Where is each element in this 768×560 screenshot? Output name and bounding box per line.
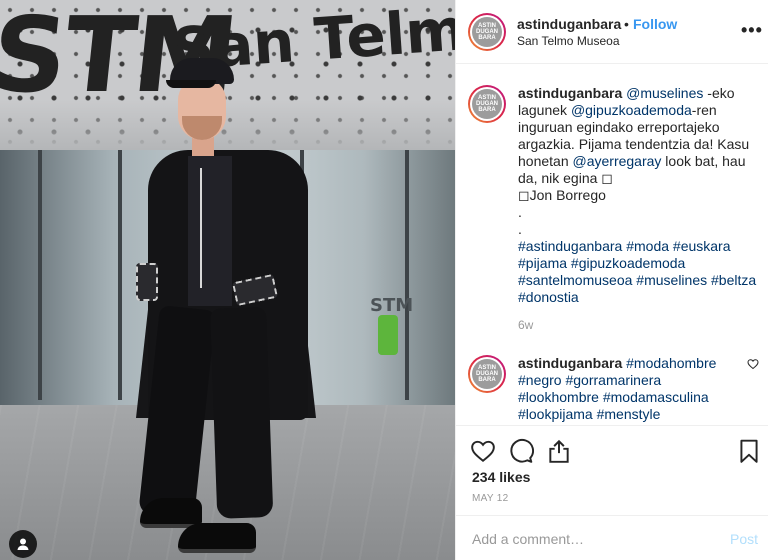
hashtag-link[interactable]: #muselines bbox=[636, 272, 707, 288]
post-actions: 234 likes MAY 12 Post bbox=[456, 425, 768, 560]
comment-item: ASTIN DUGAN BARA astinduganbara #modahom… bbox=[468, 355, 759, 423]
follow-button[interactable]: Follow bbox=[633, 16, 677, 32]
heart-icon[interactable] bbox=[470, 438, 496, 464]
mention-link[interactable]: @gipuzkoademoda bbox=[571, 102, 692, 118]
hashtag-link[interactable]: #menstyle bbox=[597, 406, 661, 422]
avatar[interactable]: ASTIN DUGAN BARA bbox=[468, 13, 506, 51]
avatar-label: ASTIN DUGAN BARA bbox=[476, 23, 498, 41]
hashtag-link[interactable]: #pijama bbox=[518, 255, 567, 271]
photo-credit: ◻Jon Borrego bbox=[518, 187, 606, 203]
caption-comment: ASTIN DUGAN BARA astinduganbara @muselin… bbox=[468, 85, 758, 332]
avatar-label: ASTIN DUGAN BARA bbox=[476, 365, 498, 383]
more-options-icon[interactable]: ••• bbox=[741, 20, 763, 41]
location-link[interactable]: San Telmo Museoa bbox=[517, 34, 620, 48]
comment-username[interactable]: astinduganbara bbox=[518, 85, 622, 101]
shirt-piping bbox=[200, 168, 202, 288]
shoe bbox=[178, 523, 256, 553]
glass-sign: STM bbox=[370, 295, 414, 316]
dot-line: . bbox=[518, 221, 522, 237]
trouser-leg bbox=[210, 307, 274, 519]
post-photo[interactable]: STM San Telmo STM bbox=[0, 0, 455, 560]
hashtag-link[interactable]: #modahombre bbox=[626, 355, 716, 371]
hashtag-list: #astinduganbara #moda #euskara #pijama #… bbox=[518, 238, 756, 305]
window-mullion bbox=[405, 150, 409, 400]
hashtag-link[interactable]: #beltza bbox=[711, 272, 756, 288]
separator-dot: • bbox=[624, 16, 629, 32]
comment-like-icon[interactable] bbox=[747, 358, 759, 373]
likes-count[interactable]: 234 likes bbox=[472, 469, 530, 485]
pajama-shirt bbox=[188, 156, 232, 306]
hashtag-link[interactable]: #lookhombre bbox=[518, 389, 599, 405]
comment-username[interactable]: astinduganbara bbox=[518, 355, 622, 371]
embroidered-cuff bbox=[136, 263, 158, 301]
hashtag-link[interactable]: #euskara bbox=[673, 238, 731, 254]
model-figure bbox=[130, 58, 320, 558]
hashtag-link[interactable]: #donostia bbox=[518, 289, 579, 305]
post-comment-button[interactable]: Post bbox=[730, 531, 758, 547]
beard bbox=[182, 116, 222, 140]
avatar-label: ASTIN DUGAN BARA bbox=[476, 95, 498, 113]
hashtag-link[interactable]: #santelmomuseoa bbox=[518, 272, 632, 288]
avatar[interactable]: ASTIN DUGAN BARA bbox=[468, 355, 506, 393]
post-sidebar: ASTIN DUGAN BARA astinduganbara • Follow… bbox=[455, 0, 768, 560]
username-link[interactable]: astinduganbara bbox=[517, 16, 621, 32]
window-mullion bbox=[118, 150, 122, 400]
hashtag-link[interactable]: #moda bbox=[626, 238, 669, 254]
bookmark-icon[interactable] bbox=[736, 438, 762, 464]
dot-line: . bbox=[518, 204, 522, 220]
comments-list[interactable]: ASTIN DUGAN BARA astinduganbara @muselin… bbox=[456, 65, 768, 425]
mention-link[interactable]: @ayerregaray bbox=[573, 153, 662, 169]
comment-input[interactable] bbox=[472, 528, 712, 550]
post-header: ASTIN DUGAN BARA astinduganbara • Follow… bbox=[456, 0, 768, 64]
window-mullion bbox=[38, 150, 42, 400]
cap-peak bbox=[166, 80, 216, 88]
share-icon[interactable] bbox=[546, 438, 572, 464]
comment-timestamp[interactable]: 6w bbox=[518, 318, 758, 332]
hashtag-link[interactable]: #astinduganbara bbox=[518, 238, 622, 254]
add-comment-form: Post bbox=[456, 515, 768, 560]
comment-bubble-icon[interactable] bbox=[508, 438, 534, 464]
hashtag-link[interactable]: #modamasculina bbox=[603, 389, 709, 405]
hashtag-link[interactable]: #negro bbox=[518, 372, 562, 388]
caption-text: astinduganbara @muselines -eko lagunek @… bbox=[518, 85, 758, 306]
comment-text: astinduganbara #modahombre #negro #gorra… bbox=[518, 355, 728, 423]
green-sign-shape bbox=[378, 315, 398, 355]
hashtag-link[interactable]: #gipuzkoademoda bbox=[571, 255, 685, 271]
mention-link[interactable]: @muselines bbox=[626, 85, 703, 101]
post-date[interactable]: MAY 12 bbox=[472, 493, 508, 504]
user-tag-icon[interactable] bbox=[9, 530, 37, 558]
hashtag-link[interactable]: #lookpijama bbox=[518, 406, 593, 422]
avatar[interactable]: ASTIN DUGAN BARA bbox=[468, 85, 506, 123]
hashtag-link[interactable]: #gorramarinera bbox=[565, 372, 661, 388]
